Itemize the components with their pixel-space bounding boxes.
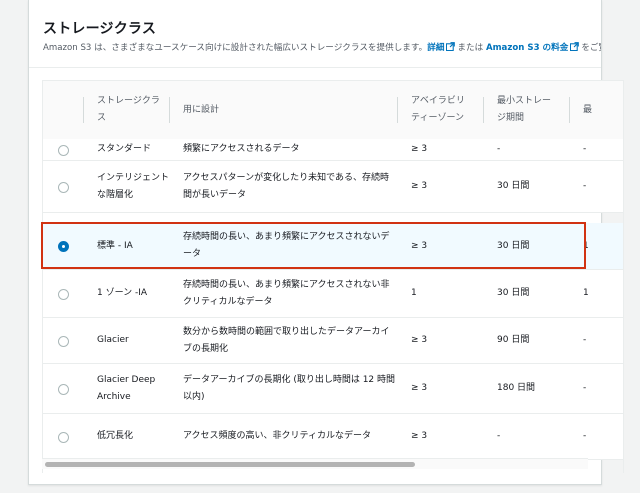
radio-button[interactable] — [58, 383, 69, 395]
header-min-duration: 最小ストレージ期間 — [483, 81, 569, 139]
table-row[interactable]: 1 ゾーン -IA 存続時間の長い、あまり頻繁にアクセスされない非クリティカルな… — [43, 270, 623, 318]
table-row[interactable]: スタンダード 頻繁にアクセスされるデータ ≥ 3 - - — [43, 139, 623, 161]
cell-extra: 1 — [583, 288, 589, 298]
cell-az: 1 — [411, 288, 417, 298]
cell-storage-class: 標準 - IA — [97, 240, 133, 251]
storage-class-table: ストレージクラス 用に設計 アベイラビリティーゾーン 最小ストレージ期間 最 ス… — [42, 80, 624, 473]
cell-az: ≥ 3 — [411, 335, 428, 345]
table-header: ストレージクラス 用に設計 アベイラビリティーゾーン 最小ストレージ期間 最 — [43, 81, 623, 140]
description-middle: または — [457, 43, 484, 53]
external-link-icon — [446, 42, 456, 51]
cell-min-duration: 90 日間 — [497, 335, 530, 345]
cell-az: ≥ 3 — [411, 431, 428, 441]
cell-extra: - — [583, 144, 587, 154]
header-availability-zones: アベイラビリティーゾーン — [397, 81, 483, 139]
cell-extra: - — [583, 335, 587, 345]
header-next-column: 最 — [569, 81, 623, 139]
radio-button-selected[interactable] — [58, 241, 69, 252]
cell-storage-class: 低冗長化 — [97, 431, 134, 441]
cell-min-duration: 30 日間 — [497, 240, 530, 251]
cell-extra: - — [583, 431, 587, 441]
scrollbar-thumb[interactable] — [45, 462, 415, 467]
cell-min-duration: - — [497, 144, 501, 154]
cell-extra: - — [583, 181, 587, 191]
table-row[interactable]: インテリジェントな階層化 アクセスパターンが変化したり未知である、存続時間が長い… — [43, 161, 623, 213]
table-row-selected[interactable]: 標準 - IA 存続時間の長い、あまり頻繁にアクセスされないデータ ≥ 3 30… — [43, 223, 623, 270]
radio-button[interactable] — [58, 431, 69, 443]
cell-storage-class: Glacier Deep Archive — [97, 374, 156, 402]
cell-az: ≥ 3 — [411, 383, 428, 393]
cell-storage-class: 1 ゾーン -IA — [97, 288, 148, 298]
radio-button[interactable] — [58, 335, 69, 347]
radio-button[interactable] — [58, 288, 69, 300]
divider — [29, 67, 601, 68]
radio-button[interactable] — [58, 144, 69, 156]
external-link-icon — [570, 42, 580, 51]
header-storage-class: ストレージクラス — [83, 81, 169, 139]
cell-min-duration: 30 日間 — [497, 181, 530, 191]
cell-designed-for: アクセス頻度の高い、非クリティカルなデータ — [183, 431, 372, 441]
table-row[interactable]: 低冗長化 アクセス頻度の高い、非クリティカルなデータ ≥ 3 - - — [43, 414, 623, 460]
radio-button[interactable] — [58, 181, 69, 193]
details-link[interactable]: 詳細 — [427, 43, 444, 53]
cell-extra: 1 — [583, 240, 589, 251]
cell-storage-class: Glacier — [97, 335, 129, 345]
cell-min-duration: - — [497, 431, 501, 441]
table-row[interactable]: Glacier Deep Archive データアーカイブの長期化 (取り出し時… — [43, 364, 623, 414]
header-designed-for: 用に設計 — [169, 81, 397, 139]
cell-designed-for: データアーカイブの長期化 (取り出し時間は 12 時間以内) — [183, 374, 396, 402]
description-text: Amazon S3 は、さまざまなユースケース向けに設計された幅広いストレージク… — [43, 43, 428, 53]
cell-az: ≥ 3 — [411, 144, 428, 154]
cell-storage-class: インテリジェントな階層化 — [97, 172, 170, 200]
cell-designed-for: 存続時間の長い、あまり頻繁にアクセスされないデータ — [183, 232, 390, 259]
cell-designed-for: 存続時間の長い、あまり頻繁にアクセスされない非クリティカルなデータ — [183, 279, 390, 307]
cell-storage-class: スタンダード — [97, 144, 152, 154]
cell-az: ≥ 3 — [411, 181, 428, 191]
panel-title: ストレージクラス — [43, 21, 157, 37]
cell-extra: - — [583, 383, 587, 393]
horizontal-scrollbar[interactable] — [42, 458, 588, 469]
pricing-link[interactable]: Amazon S3 の料金 — [486, 43, 568, 53]
cell-az: ≥ 3 — [411, 240, 428, 251]
panel-description: Amazon S3 は、さまざまなユースケース向けに設計された幅広いストレージク… — [43, 41, 601, 53]
cell-min-duration: 180 日間 — [497, 383, 536, 393]
cell-designed-for: 頻繁にアクセスされるデータ — [183, 144, 300, 154]
description-suffix: をご覧ください。 — [581, 43, 601, 53]
cell-designed-for: アクセスパターンが変化したり未知である、存続時間が長いデータ — [183, 172, 390, 200]
cell-min-duration: 30 日間 — [497, 288, 530, 298]
cell-designed-for: 数分から数時間の範囲で取り出したデータアーカイブの長期化 — [183, 326, 390, 354]
table-row[interactable]: Glacier 数分から数時間の範囲で取り出したデータアーカイブの長期化 ≥ 3… — [43, 318, 623, 364]
